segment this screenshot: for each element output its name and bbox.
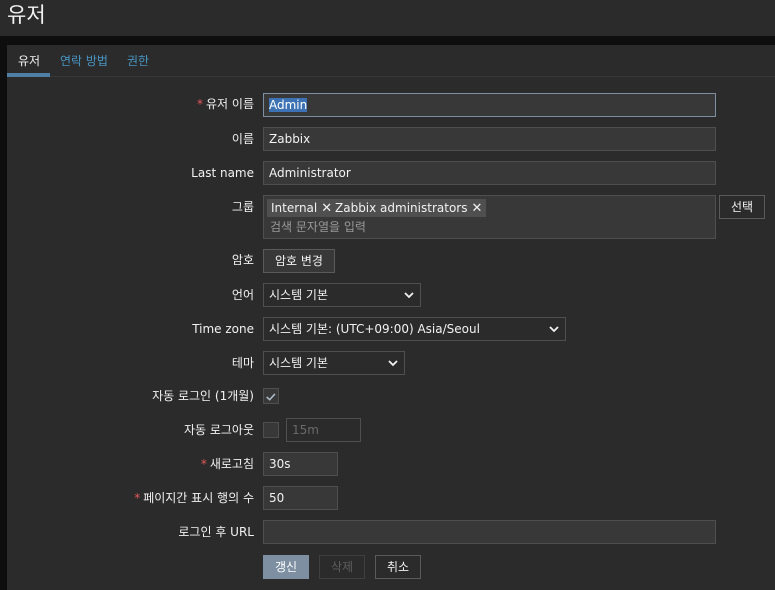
autologout-checkbox[interactable] <box>263 422 279 438</box>
close-icon[interactable]: ✕ <box>471 201 482 216</box>
required-marker: * <box>200 457 207 471</box>
group-chip: Zabbix administrators ✕ <box>331 199 487 217</box>
rows-per-page-label: * 페이지간 표시 행의 수 <box>134 491 254 505</box>
groups-select-button[interactable]: 선택 <box>719 195 765 219</box>
tab-bar: 유저 연락 방법 권한 <box>7 45 775 77</box>
timezone-label: Time zone <box>192 322 254 336</box>
tab-permissions[interactable]: 권한 <box>127 53 149 69</box>
required-marker: * <box>197 97 204 111</box>
active-tab-indicator <box>7 73 50 77</box>
page-title: 유저 <box>7 3 46 27</box>
tab-user[interactable]: 유저 <box>18 53 40 69</box>
name-input[interactable]: Zabbix <box>263 127 716 151</box>
url-after-login-label: 로그인 후 URL <box>178 525 254 539</box>
language-label: 언어 <box>231 288 254 302</box>
name-label: 이름 <box>231 132 254 146</box>
chevron-down-icon <box>388 360 398 367</box>
autologout-label: 자동 로그아웃 <box>183 423 254 437</box>
checkmark-icon <box>266 393 276 401</box>
page-header: 유저 <box>0 0 775 36</box>
groups-label: 그룹 <box>231 200 254 214</box>
refresh-label: * 새로고침 <box>200 457 254 471</box>
refresh-input[interactable]: 30s <box>263 452 338 476</box>
autologin-checkbox[interactable] <box>263 388 279 404</box>
timezone-select[interactable]: 시스템 기본: (UTC+09:00) Asia/Seoul <box>263 317 566 341</box>
chevron-down-icon <box>549 326 559 333</box>
rows-per-page-input[interactable]: 50 <box>263 486 338 510</box>
update-button[interactable]: 갱신 <box>263 555 309 579</box>
cancel-button[interactable]: 취소 <box>375 555 421 579</box>
required-marker: * <box>134 491 141 505</box>
username-label: * 유저 이름 <box>197 97 254 111</box>
groups-search-placeholder[interactable]: 검색 문자열을 입력 <box>270 218 366 236</box>
theme-label: 테마 <box>231 356 254 370</box>
password-label: 암호 <box>231 253 254 267</box>
theme-select[interactable]: 시스템 기본 <box>263 351 405 375</box>
lastname-input[interactable]: Administrator <box>263 161 716 185</box>
url-after-login-input[interactable] <box>263 520 716 544</box>
group-chip: Internal ✕ <box>267 199 337 217</box>
username-input[interactable]: Admin <box>263 93 716 117</box>
tab-media[interactable]: 연락 방법 <box>60 53 108 69</box>
lastname-label: Last name <box>191 166 254 180</box>
change-password-button[interactable]: 암호 변경 <box>263 249 335 273</box>
groups-multiselect[interactable]: Internal ✕ Zabbix administrators ✕ 검색 문자열을… <box>263 195 716 239</box>
autologin-label: 자동 로그인 (1개월) <box>152 389 254 403</box>
language-select[interactable]: 시스템 기본 <box>263 283 421 307</box>
form-panel: 유저 연락 방법 권한 * 유저 이름 Admin 이름 Zabbix Last … <box>7 45 775 590</box>
chevron-down-icon <box>404 292 414 299</box>
delete-button[interactable]: 삭제 <box>319 555 365 579</box>
autologout-input[interactable]: 15m <box>286 418 361 442</box>
